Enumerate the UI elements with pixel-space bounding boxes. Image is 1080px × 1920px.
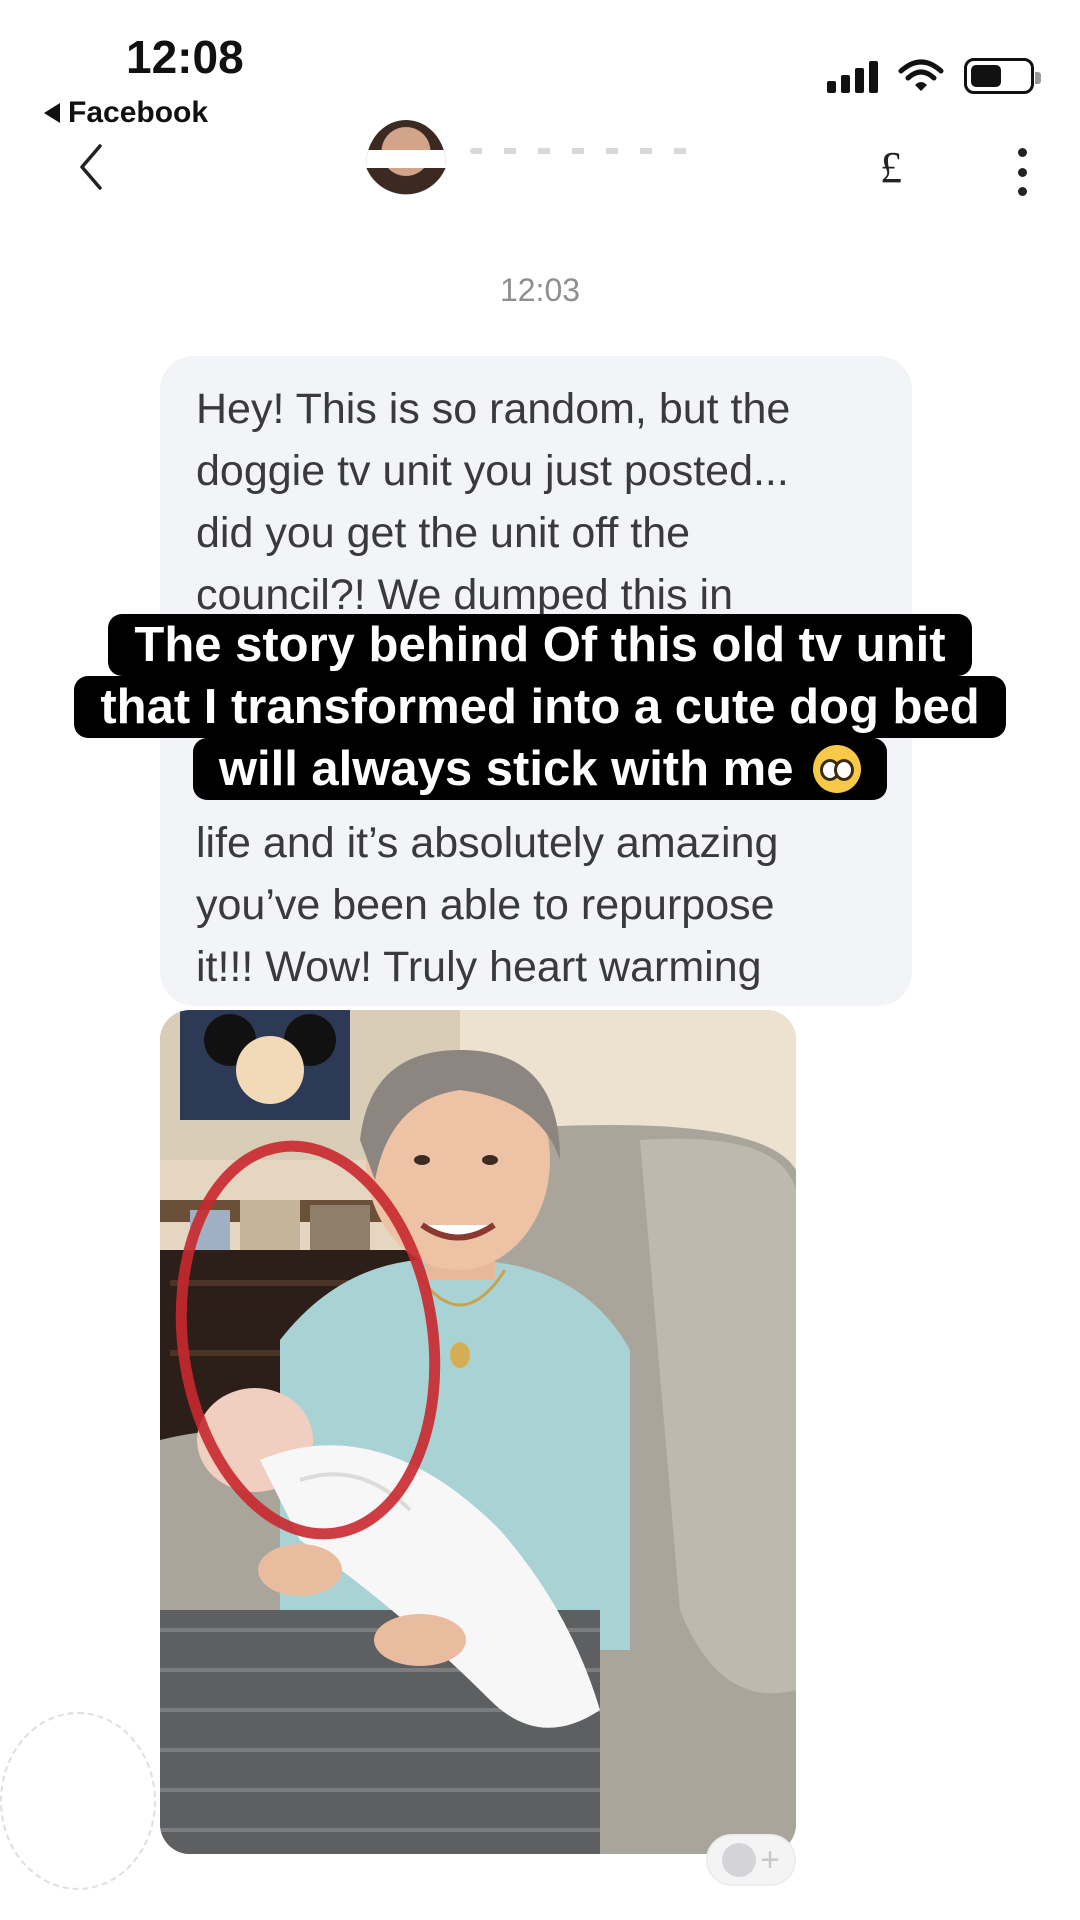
video-caption: The story behind Of this old tv unit tha… bbox=[0, 614, 1080, 800]
status-icons bbox=[827, 58, 1041, 94]
contact-name-redacted[interactable] bbox=[470, 148, 700, 154]
chevron-left-icon[interactable] bbox=[74, 142, 108, 192]
floating-bubble[interactable] bbox=[0, 1712, 156, 1890]
back-app-label: Facebook bbox=[68, 96, 209, 129]
back-to-facebook[interactable]: Facebook bbox=[44, 96, 208, 130]
message-timestamp: 12:03 bbox=[499, 272, 581, 308]
pleading-face-emoji-icon bbox=[813, 745, 862, 793]
signal-icon bbox=[827, 59, 878, 93]
caption-line-1: The story behind Of this old tv unit bbox=[108, 614, 972, 676]
contact-avatar[interactable] bbox=[366, 120, 446, 210]
currency-icon[interactable]: £ bbox=[880, 142, 902, 193]
caption-line-2: that I transformed into a cute dog bed bbox=[74, 676, 1006, 738]
add-reaction-button[interactable]: + bbox=[706, 1834, 796, 1886]
caption-line-3: will always stick with me bbox=[192, 738, 888, 800]
photo-image bbox=[160, 1010, 796, 1854]
messenger-screen: 12:08 Facebook £ 12:03 Hey! This is so r… bbox=[0, 0, 1080, 1920]
plus-icon: + bbox=[760, 1840, 780, 1879]
photo-attachment[interactable] bbox=[160, 1010, 796, 1854]
status-time: 12:08 bbox=[126, 31, 244, 83]
caption-line-3-text: will always stick with me bbox=[218, 742, 794, 796]
wifi-icon bbox=[898, 59, 944, 93]
smiley-icon bbox=[722, 1843, 757, 1877]
battery-icon bbox=[964, 58, 1041, 94]
back-triangle-icon bbox=[44, 103, 60, 123]
more-vertical-icon[interactable] bbox=[1012, 148, 1032, 196]
